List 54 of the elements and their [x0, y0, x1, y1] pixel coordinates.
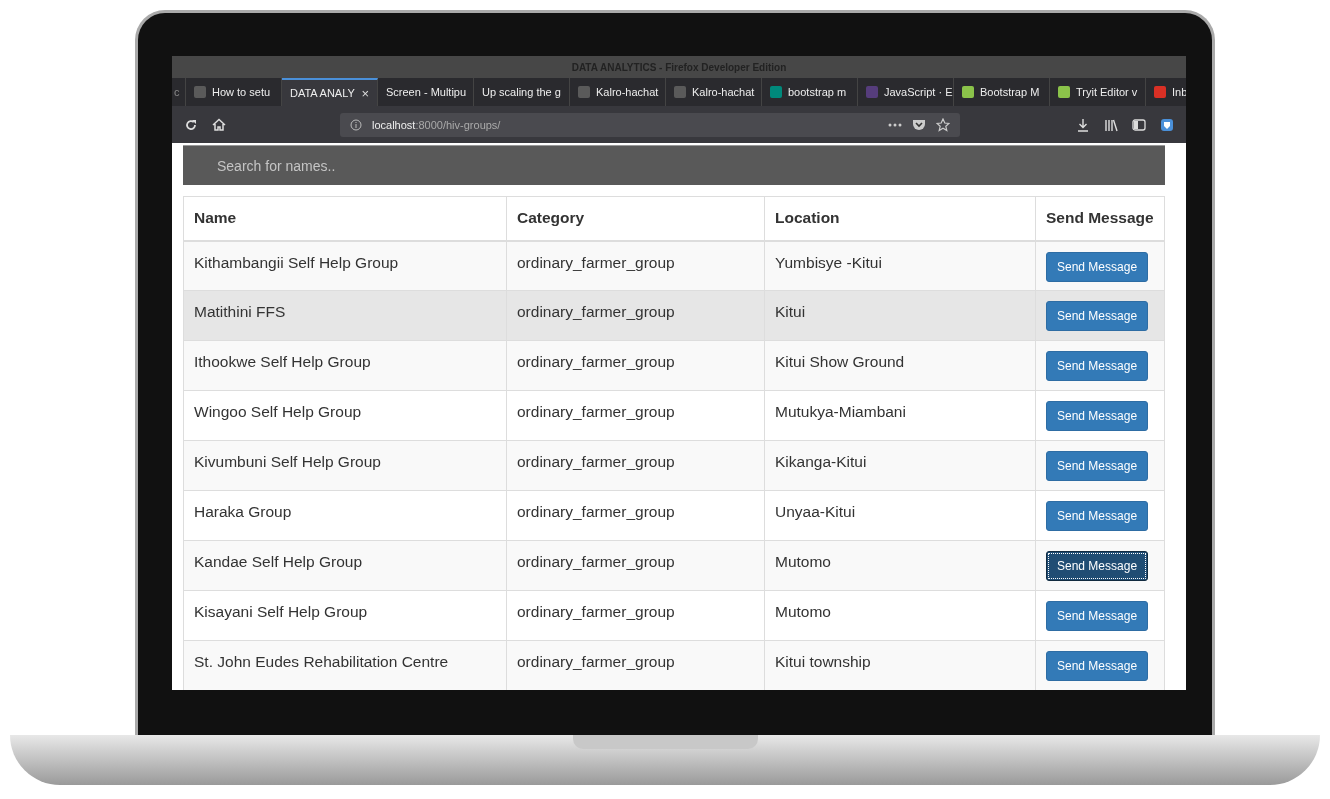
table-cell: Kithambangii Self Help Group — [194, 253, 399, 271]
sidebar-icon[interactable] — [1132, 117, 1146, 132]
send-message-button[interactable]: Send Message — [1046, 651, 1149, 681]
table-cell: Haraka Group — [194, 503, 292, 520]
table-cell: Kandae Self Help Group — [194, 553, 363, 570]
column-header: Name — [183, 196, 507, 241]
table-cell: Mutukya-Miambani — [775, 403, 906, 420]
url-text: localhost:8000/hiv-groups/ — [372, 118, 501, 131]
column-header: Send Message — [1035, 196, 1165, 241]
table-cell: ordinary_farmer_group — [517, 503, 675, 520]
table-cell: Ithookwe Self Help Group — [194, 353, 371, 370]
table-cell: ordinary_farmer_group — [517, 603, 675, 620]
table-cell: St. John Eudes Rehabilitation Centre — [194, 653, 449, 670]
table-cell: Matithini FFS — [194, 303, 286, 320]
table-cell: Kisayani Self Help Group — [194, 603, 368, 620]
table-cell: Unyaa-Kitui — [775, 503, 856, 520]
column-header: Category — [506, 196, 765, 241]
send-message-button[interactable]: Send Message — [1046, 601, 1149, 631]
download-icon[interactable] — [1076, 117, 1090, 132]
address-bar[interactable]: localhost:8000/hiv-groups/ — [340, 112, 960, 137]
info-icon — [350, 118, 362, 131]
star-icon[interactable] — [936, 117, 950, 132]
table-cell: Kitui Show Ground — [775, 353, 905, 370]
search-field[interactable]: Search for names.. — [183, 145, 1165, 185]
home-icon[interactable] — [212, 117, 226, 132]
library-icon[interactable] — [1104, 117, 1118, 132]
table-cell: Kitui township — [775, 653, 871, 670]
close-tab-button[interactable]: × — [361, 85, 369, 101]
send-message-button[interactable]: Send Message — [1046, 451, 1149, 481]
table-cell: Mutomo — [775, 603, 831, 620]
table-cell: ordinary_farmer_group — [517, 353, 675, 370]
table-cell: Wingoo Self Help Group — [194, 403, 362, 420]
send-message-button[interactable]: Send Message — [1046, 551, 1149, 581]
send-message-button[interactable]: Send Message — [1046, 401, 1149, 431]
table-cell: ordinary_farmer_group — [517, 553, 675, 570]
table-cell: Kitui — [775, 303, 806, 320]
send-message-button[interactable]: Send Message — [1046, 251, 1149, 282]
send-message-button[interactable]: Send Message — [1046, 501, 1149, 531]
reload-icon[interactable] — [184, 117, 198, 132]
browser-tab[interactable]: DATA ANALY × — [282, 78, 378, 106]
table-cell: ordinary_farmer_group — [517, 303, 675, 320]
more-icon[interactable] — [888, 122, 902, 127]
table-cell: Kikanga-Kitui — [775, 453, 867, 470]
table-cell: Yumbisye -Kitui — [775, 253, 882, 271]
table-cell: Mutomo — [775, 553, 831, 570]
send-message-button[interactable]: Send Message — [1046, 351, 1149, 381]
table-cell: ordinary_farmer_group — [517, 253, 675, 271]
send-message-button[interactable]: Send Message — [1046, 301, 1149, 331]
table-cell: ordinary_farmer_group — [517, 403, 675, 420]
table-cell: ordinary_farmer_group — [517, 653, 675, 670]
shield-icon[interactable] — [1160, 117, 1174, 132]
column-header: Location — [764, 196, 1036, 241]
table-cell: ordinary_farmer_group — [517, 453, 675, 470]
table-cell: Kivumbuni Self Help Group — [194, 453, 381, 470]
